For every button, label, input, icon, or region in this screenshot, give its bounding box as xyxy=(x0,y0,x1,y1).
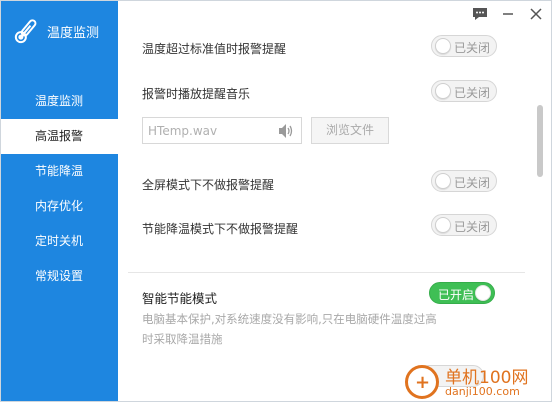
over-threshold-toggle[interactable]: 已关闭 xyxy=(431,35,497,57)
toggle-knob xyxy=(435,83,451,99)
fullscreen-toggle[interactable]: 已关闭 xyxy=(431,170,497,192)
settings-panel: 温度超过标准值时报警提醒 已关闭 报警时播放提醒音乐 已关闭 浏览文件 全屏模式… xyxy=(118,1,551,401)
toggle-knob xyxy=(435,217,451,233)
toggle-state: 已开启 xyxy=(438,288,475,302)
speaker-icon[interactable] xyxy=(277,122,295,140)
smart-mode-description: 电脑基本保护,对系统速度没有影响,只在电脑硬件温度过高时采取降温措施 xyxy=(142,312,437,346)
power-save-toggle[interactable]: 已关闭 xyxy=(431,214,497,236)
toggle-state: 已关闭 xyxy=(454,41,491,55)
app-window: 温度监测 温度监测 高温报警 节能降温 内存优化 定时关机 常规设置 温度超过标… xyxy=(0,0,552,402)
sidebar-item-general-settings[interactable]: 常规设置 xyxy=(1,259,118,294)
toggle-state: 已关闭 xyxy=(454,220,491,234)
toggle-knob xyxy=(435,173,451,189)
over-threshold-label: 温度超过标准值时报警提醒 xyxy=(142,42,287,56)
watermark-url: danji100.com xyxy=(445,385,520,398)
brand: 温度监测 xyxy=(11,11,99,51)
sidebar-nav: 温度监测 高温报警 节能降温 内存优化 定时关机 常规设置 xyxy=(1,84,118,294)
toggle-knob xyxy=(435,38,451,54)
sound-file-field[interactable] xyxy=(142,117,302,144)
fullscreen-label: 全屏模式下不做报警提醒 xyxy=(142,178,275,192)
app-title: 温度监测 xyxy=(47,25,100,41)
sidebar-item-temperature-monitor[interactable]: 温度监测 xyxy=(1,84,118,119)
sidebar: 温度监测 温度监测 高温报警 节能降温 内存优化 定时关机 常规设置 xyxy=(1,1,118,401)
sound-file-input[interactable] xyxy=(143,118,273,143)
watermark-circle-icon: + xyxy=(405,365,439,399)
smart-mode-label: 智能节能模式 xyxy=(142,291,218,306)
sidebar-item-scheduled-shutdown[interactable]: 定时关机 xyxy=(1,224,118,259)
sidebar-item-energy-cooling[interactable]: 节能降温 xyxy=(1,154,118,189)
scrollbar-thumb[interactable] xyxy=(537,105,543,177)
play-music-toggle[interactable]: 已关闭 xyxy=(431,80,497,102)
thermometer-icon xyxy=(11,16,41,46)
browse-file-button[interactable]: 浏览文件 xyxy=(311,117,389,144)
toggle-state: 已关闭 xyxy=(454,176,491,190)
power-save-label: 节能降温模式下不做报警提醒 xyxy=(142,222,299,236)
smart-mode-toggle[interactable]: 已开启 xyxy=(429,282,495,304)
play-music-label: 报警时播放提醒音乐 xyxy=(142,87,251,101)
sidebar-item-high-temp-alarm[interactable]: 高温报警 xyxy=(1,119,118,154)
section-divider xyxy=(128,272,525,273)
watermark-logo: + 单机100网 danji100.com xyxy=(405,363,551,401)
toggle-knob xyxy=(475,285,491,301)
sidebar-item-memory-optimize[interactable]: 内存优化 xyxy=(1,189,118,224)
toggle-state: 已关闭 xyxy=(454,86,491,100)
